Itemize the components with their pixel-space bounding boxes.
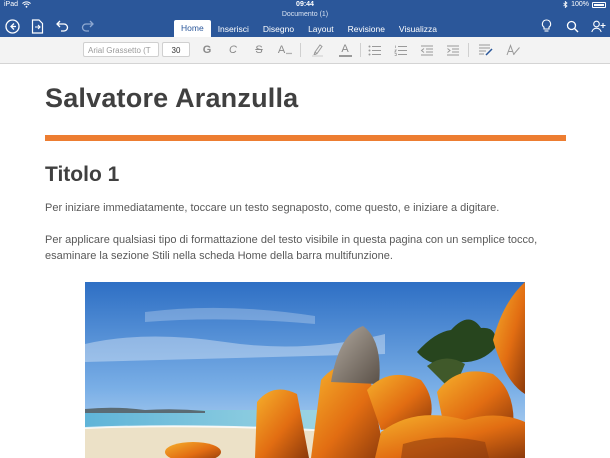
ribbon-tabs: Home Inserisci Disegno Layout Revisione … <box>174 20 444 37</box>
font-name-field[interactable]: Arial Grassetto (T <box>83 42 159 57</box>
lightbulb-icon[interactable] <box>538 18 554 34</box>
tab-home[interactable]: Home <box>174 20 211 37</box>
font-color-swatch <box>338 54 352 57</box>
redo-icon[interactable] <box>79 18 95 34</box>
paragraph-formatting[interactable]: Per applicare qualsiasi tipo di formatta… <box>45 233 570 264</box>
toolbar-divider <box>300 43 301 57</box>
beach-photo[interactable] <box>85 282 525 458</box>
paragraph-format-icon[interactable] <box>476 42 494 58</box>
bold-button[interactable]: G <box>198 42 216 58</box>
tab-disegno[interactable]: Disegno <box>256 22 301 37</box>
tab-visualizza[interactable]: Visualizza <box>392 22 444 37</box>
document-title: Documento (1) <box>281 11 329 18</box>
numbered-list-icon[interactable] <box>392 42 410 58</box>
paragraph-intro[interactable]: Per iniziare immediatamente, toccare un … <box>45 201 570 217</box>
ellipsis-icon <box>286 52 292 55</box>
font-color-label: A <box>341 42 349 55</box>
styles-icon[interactable] <box>504 42 522 58</box>
tab-inserisci[interactable]: Inserisci <box>211 22 256 37</box>
status-bar: iPad 09:44 100% <box>0 0 610 10</box>
toolbar-divider <box>468 43 469 57</box>
clock: 09:44 <box>296 1 314 8</box>
tab-layout[interactable]: Layout <box>301 22 341 37</box>
decrease-indent-icon[interactable] <box>418 42 436 58</box>
back-icon[interactable] <box>4 18 20 34</box>
battery-icon <box>592 1 606 8</box>
tab-revisione[interactable]: Revisione <box>341 22 392 37</box>
strikethrough-button[interactable]: S <box>250 42 268 58</box>
title-1[interactable]: Titolo 1 <box>45 163 119 187</box>
battery-percent: 100% <box>571 1 589 8</box>
file-menu-icon[interactable] <box>29 18 45 34</box>
font-size-menu-button[interactable]: A <box>276 42 294 58</box>
bluetooth-icon <box>563 1 568 8</box>
ribbon-toolbar: Arial Grassetto (T 30 G C S A A <box>0 37 610 64</box>
share-person-icon[interactable] <box>590 18 606 34</box>
increase-indent-icon[interactable] <box>444 42 462 58</box>
highlighter-icon[interactable] <box>308 42 326 58</box>
search-icon[interactable] <box>564 18 580 34</box>
font-size-menu-label: A <box>277 44 286 56</box>
document-heading[interactable]: Salvatore Aranzulla <box>45 83 298 114</box>
heading-divider <box>45 135 566 141</box>
font-color-button[interactable]: A <box>336 42 354 58</box>
toolbar-divider <box>360 43 361 57</box>
undo-icon[interactable] <box>54 18 70 34</box>
italic-button[interactable]: C <box>224 42 242 58</box>
bullet-list-icon[interactable] <box>366 42 384 58</box>
font-size-field[interactable]: 30 <box>162 42 190 57</box>
document-page[interactable]: Salvatore Aranzulla Titolo 1 Per iniziar… <box>0 64 610 458</box>
app-title-bar: Documento (1) Home Inserisci Disegno Lay… <box>0 10 610 37</box>
